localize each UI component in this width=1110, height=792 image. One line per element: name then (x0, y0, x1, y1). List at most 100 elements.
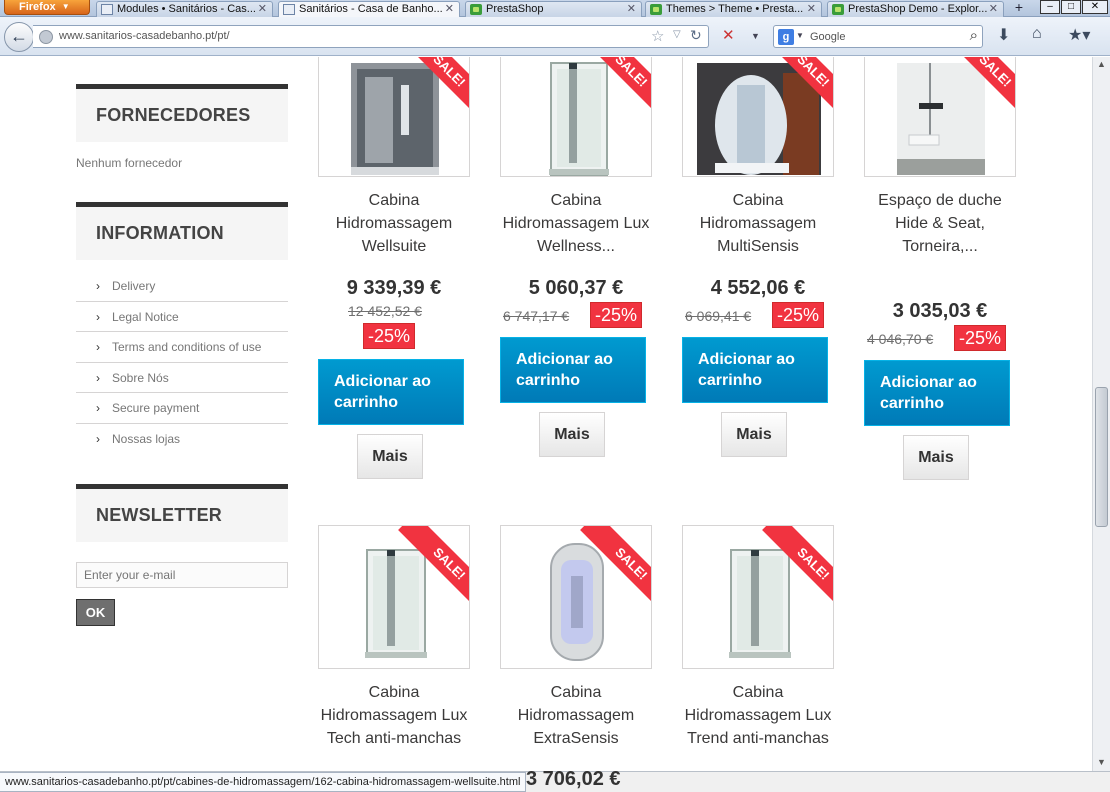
tab-themes[interactable]: Themes > Theme • Presta... ✕ (645, 1, 822, 17)
product-old-price: 4 046,70 € (867, 331, 934, 347)
product-reduction: -25% (590, 302, 643, 328)
download-icon[interactable]: ⬇ (997, 25, 1010, 45)
close-icon[interactable]: ✕ (445, 2, 454, 16)
tab-label: Themes > Theme • Presta... (666, 3, 804, 15)
page-favicon-icon (283, 4, 295, 15)
add-to-cart-button[interactable]: Adicionar ao carrinho (500, 337, 646, 403)
more-button[interactable]: Mais (903, 435, 969, 480)
scroll-down-icon[interactable]: ▼ (1097, 757, 1106, 767)
chevron-down-icon[interactable]: ▼ (751, 31, 760, 41)
close-icon[interactable]: ✕ (989, 2, 998, 16)
tab-sanitarios[interactable]: Sanitários - Casa de Banho... ✕ (278, 1, 460, 17)
sale-ribbon: Sale! (925, 57, 1015, 123)
add-to-cart-button[interactable]: Adicionar ao carrinho (682, 337, 828, 403)
product-name[interactable]: Cabina Hidromassagem Lux Trend anti-manc… (682, 681, 834, 750)
search-bar[interactable]: g ▼ Google ⌕ (773, 25, 983, 48)
more-button[interactable]: Mais (539, 412, 605, 457)
bookmarks-icon[interactable]: ★▾ (1068, 25, 1090, 45)
address-text: www.sanitarios-casadebanho.pt/pt/ (59, 30, 230, 42)
product-name[interactable]: Cabina Hidromassagem Lux Wellness... (500, 189, 652, 258)
sale-ribbon: Sale! (379, 57, 469, 123)
info-link-label: Secure payment (112, 401, 200, 415)
tab-label: Sanitários - Casa de Banho... (299, 3, 443, 15)
product-price: 3 035,03 € (892, 300, 988, 322)
info-link-terms[interactable]: › Terms and conditions of use (76, 332, 288, 363)
info-link-label: Sobre Nós (112, 370, 169, 385)
more-button[interactable]: Mais (721, 412, 787, 457)
chevron-right-icon: › (96, 370, 100, 385)
sale-ribbon: Sale! (561, 526, 651, 616)
close-icon[interactable]: ✕ (627, 2, 636, 16)
product-image[interactable]: Sale! (500, 57, 652, 177)
product-image[interactable]: Sale! (682, 525, 834, 669)
product-image[interactable]: Sale! (318, 525, 470, 669)
google-icon[interactable]: g (778, 29, 794, 45)
browser-tab-bar: Firefox ▼ Modules • Sanitários - Cas... ✕… (0, 0, 1110, 17)
info-link-label: Legal Notice (112, 309, 179, 324)
product-price: 5 060,37 € (528, 277, 624, 299)
chevron-down-icon: ▼ (61, 2, 70, 11)
sale-label: Sale! (762, 57, 833, 122)
add-to-cart-button[interactable]: Adicionar ao carrinho (864, 360, 1010, 426)
page-viewport: Fornecedores Nenhum fornecedor Informati… (0, 57, 1092, 771)
information-links: › Delivery › Legal Notice › Terms and condi… (76, 271, 288, 454)
close-icon[interactable]: ✕ (258, 2, 267, 16)
firefox-menu-button[interactable]: Firefox ▼ (4, 0, 90, 15)
product-name[interactable]: Cabina Hidromassagem Lux Tech anti-manch… (318, 681, 470, 750)
page-scrollbar[interactable]: ▲ ▼ (1092, 57, 1110, 771)
newsletter-block: Newsletter (76, 484, 288, 542)
newsletter-title: Newsletter (96, 505, 222, 525)
product-reduction: -25% (772, 302, 825, 328)
tab-prestashop-demo[interactable]: PrestaShop Demo - Explor... ✕ (827, 1, 1004, 17)
product-image[interactable]: Sale! (500, 525, 652, 669)
sale-ribbon: Sale! (743, 57, 833, 123)
add-to-cart-button[interactable]: Adicionar ao carrinho (318, 359, 464, 425)
newsletter-email-input[interactable] (76, 562, 288, 588)
tab-label: Modules • Sanitários - Cas... (117, 3, 256, 15)
maximize-button[interactable]: □ (1061, 0, 1081, 14)
product-image[interactable]: Sale! (864, 57, 1016, 177)
scroll-up-icon[interactable]: ▲ (1097, 59, 1106, 69)
product-name[interactable]: Espaço de duche Hide & Seat, Torneira,..… (878, 189, 1002, 258)
info-link-secure-payment[interactable]: › Secure payment (76, 393, 288, 424)
product-price: 3 706,02 € (526, 768, 621, 790)
info-link-label: Terms and conditions of use (112, 340, 262, 354)
info-link-legal-notice[interactable]: › Legal Notice (76, 302, 288, 332)
product-image[interactable]: Sale! (682, 57, 834, 177)
bookmark-star-icon[interactable]: ☆ (651, 27, 664, 45)
minimize-button[interactable]: – (1040, 0, 1060, 14)
sale-label: Sale! (398, 57, 469, 122)
new-tab-button[interactable]: + (1008, 0, 1030, 16)
info-link-stores[interactable]: › Nossas lojas (76, 424, 288, 455)
newsletter-ok-button[interactable]: OK (76, 599, 115, 626)
more-button[interactable]: Mais (357, 434, 423, 479)
window-close-button[interactable]: ✕ (1082, 0, 1108, 14)
info-link-delivery[interactable]: › Delivery (76, 271, 288, 302)
chevron-right-icon: › (96, 279, 100, 293)
product-price: 9 339,39 € (346, 277, 442, 299)
address-bar[interactable]: www.sanitarios-casadebanho.pt/pt/ ☆ ▽ ↻ (33, 25, 709, 48)
info-link-label: Delivery (112, 279, 156, 293)
product-name[interactable]: Cabina Hidromassagem Wellsuite (318, 189, 470, 258)
history-dropdown-icon[interactable]: ▽ (673, 29, 681, 40)
product-name[interactable]: Cabina Hidromassagem ExtraSensis (500, 681, 652, 750)
back-button[interactable]: ← (4, 22, 34, 52)
info-link-about[interactable]: › Sobre Nós (76, 363, 288, 393)
arrow-left-icon: ← (10, 26, 28, 46)
tab-prestashop[interactable]: PrestaShop ✕ (465, 1, 642, 17)
search-icon[interactable]: ⌕ (970, 27, 978, 44)
chevron-down-icon[interactable]: ▼ (796, 31, 804, 40)
tab-modules[interactable]: Modules • Sanitários - Cas... ✕ (96, 1, 273, 17)
product-image[interactable]: Sale! (318, 57, 470, 177)
stop-icon[interactable]: ✕ (722, 26, 735, 44)
product-name[interactable]: Cabina Hidromassagem MultiSensis (682, 189, 834, 258)
scrollbar-thumb[interactable] (1095, 387, 1108, 527)
sale-label: Sale! (580, 57, 651, 122)
browser-nav-bar: ← www.sanitarios-casadebanho.pt/pt/ ☆ ▽ … (0, 17, 1110, 56)
close-icon[interactable]: ✕ (807, 2, 816, 16)
reload-icon[interactable]: ↻ (690, 27, 702, 44)
status-link-url: www.sanitarios-casadebanho.pt/pt/cabines… (0, 772, 527, 792)
suppliers-title[interactable]: Fornecedores (76, 89, 288, 142)
home-icon[interactable]: ⌂ (1032, 25, 1042, 43)
tab-label: PrestaShop (486, 3, 544, 15)
